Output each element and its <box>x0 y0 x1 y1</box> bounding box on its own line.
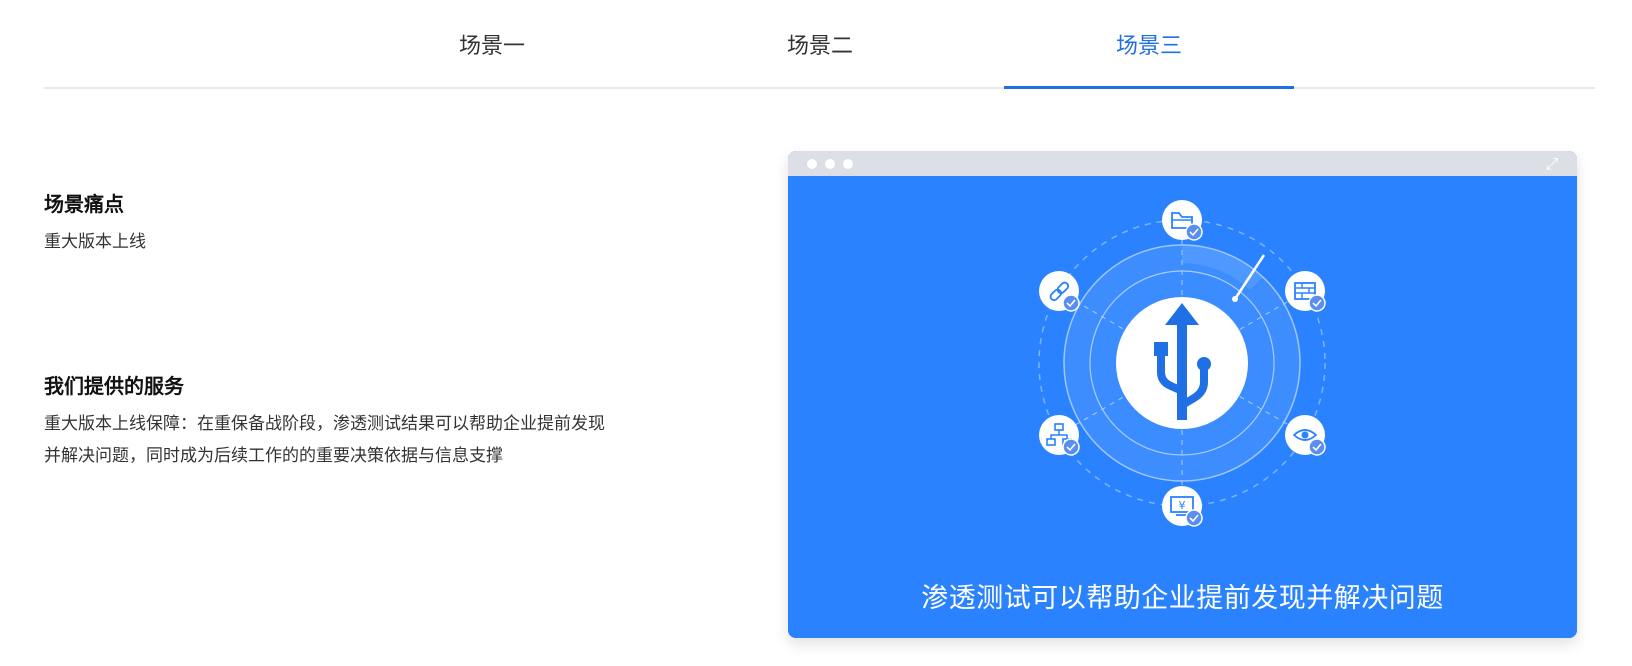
service-text-line-1: 重大版本上线保障：在重保备战阶段，渗透测试结果可以帮助企业提前发现 <box>44 414 605 434</box>
service-title: 我们提供的服务 <box>44 374 184 398</box>
tab-scenario-3[interactable]: 场景三 <box>1004 0 1294 89</box>
tab-scenario-2[interactable]: 场景二 <box>675 0 965 87</box>
svg-text:¥: ¥ <box>1179 499 1186 512</box>
firewall-icon <box>1285 271 1326 312</box>
service-text-line-2: 并解决问题，同时成为后续工作的的重要决策依据与信息支撑 <box>44 446 503 466</box>
link-icon <box>1039 271 1080 312</box>
window-dot-icon <box>825 159 835 169</box>
window-dot-icon <box>843 159 853 169</box>
network-tree-icon <box>1039 415 1080 456</box>
page: 场景一 场景二 场景三 场景痛点 重大版本上线 我们提供的服务 重大版本上线保障… <box>0 0 1632 666</box>
scanner-pivot <box>1232 296 1238 302</box>
yen-monitor-icon: ¥ <box>1162 486 1203 527</box>
expand-icon[interactable]: ⤢ <box>1543 155 1561 173</box>
pain-point-text: 重大版本上线 <box>44 232 146 252</box>
illustration-window: ⤢ ¥ 渗透测试可以帮助企业提前发现并解决问题 <box>788 151 1577 638</box>
illustration-panel: ¥ 渗透测试可以帮助企业提前发现并解决问题 <box>788 176 1577 638</box>
tab-scenario-1[interactable]: 场景一 <box>347 0 637 87</box>
penetration-test-illustration: ¥ <box>1038 200 1326 527</box>
illustration-caption: 渗透测试可以帮助企业提前发现并解决问题 <box>921 583 1444 614</box>
scenario-tabs: 场景一 场景二 场景三 <box>44 0 1595 89</box>
pain-point-title: 场景痛点 <box>44 192 124 216</box>
service-text: 重大版本上线保障：在重保备战阶段，渗透测试结果可以帮助企业提前发现 并解决问题，… <box>44 408 684 472</box>
window-title-bar: ⤢ <box>788 151 1577 176</box>
folder-icon <box>1162 200 1203 241</box>
window-dot-icon <box>807 159 817 169</box>
eye-icon <box>1285 415 1326 456</box>
